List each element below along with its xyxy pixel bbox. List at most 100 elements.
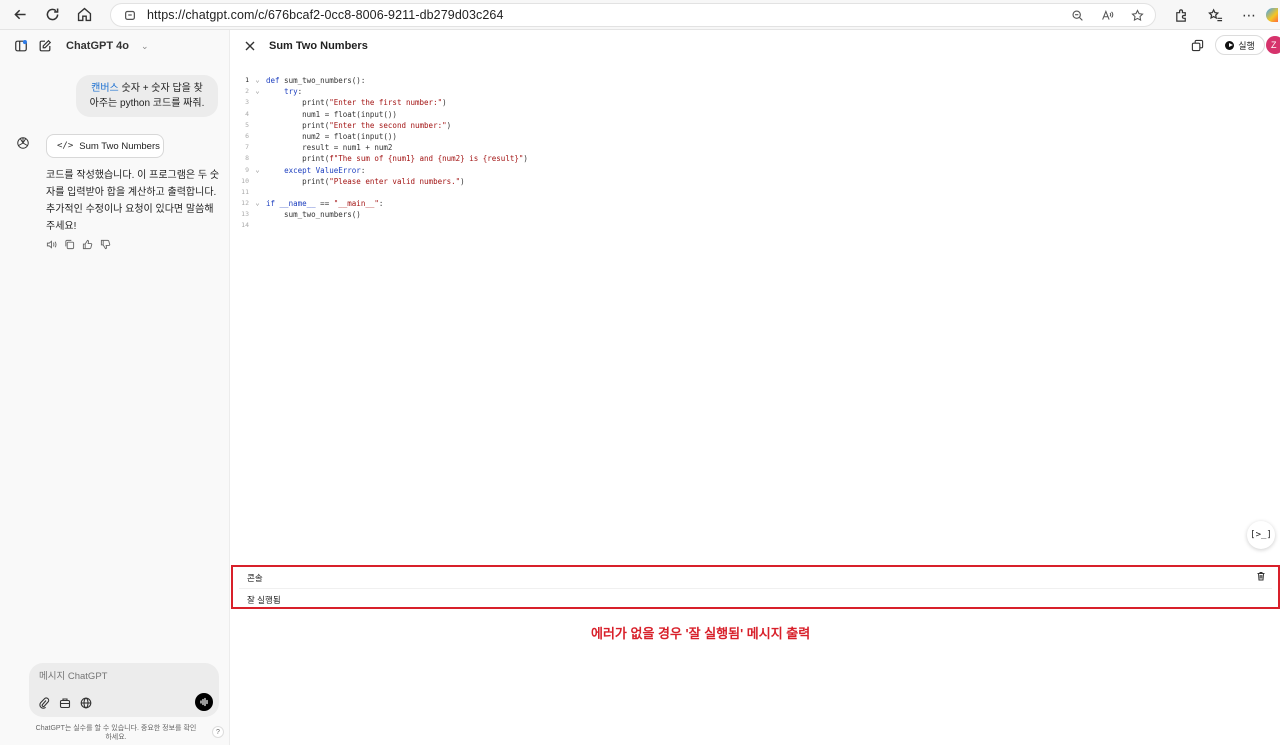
help-button[interactable]: ?	[212, 726, 224, 738]
fold-gutter	[249, 109, 266, 120]
line-number: 9	[245, 165, 249, 174]
line-number: 1	[245, 76, 249, 84]
home-icon	[77, 7, 91, 22]
thumbs-down-button[interactable]	[100, 239, 111, 250]
close-canvas-icon[interactable]	[244, 40, 256, 52]
code-text: print("Enter the second number:")	[266, 120, 452, 130]
line-number: 10	[241, 176, 249, 185]
fold-gutter	[249, 131, 266, 142]
canvas-document-chip[interactable]: </> Sum Two Numbers	[46, 134, 164, 158]
copy-icon	[65, 239, 75, 250]
line-number: 11	[241, 187, 249, 196]
run-code-button[interactable]: 실행	[1215, 35, 1265, 55]
line-number: 12	[241, 199, 249, 208]
copy-button[interactable]	[64, 239, 75, 250]
code-line[interactable]: 5 print("Enter the second number:")	[231, 120, 1231, 131]
sidebar-toggle-icon[interactable]	[14, 39, 28, 53]
fold-gutter	[249, 220, 266, 231]
browser-toolbar: https://chatgpt.com/c/676bcaf2-0cc8-8006…	[0, 0, 1280, 30]
fold-gutter	[249, 120, 266, 131]
fold-gutter	[249, 209, 266, 220]
canvas-header: Sum Two Numbers	[231, 30, 1280, 62]
code-line[interactable]: 2 ⌄ try:	[231, 86, 1231, 97]
code-text: result = num1 + num2	[266, 143, 393, 153]
line-number: 14	[241, 221, 249, 230]
read-aloud-icon[interactable]	[1099, 7, 1115, 23]
globe-icon	[80, 697, 92, 709]
console-title: 콘솔	[247, 573, 263, 583]
code-editor[interactable]: 1 ⌄ def sum_two_numbers(): 2 ⌄ try: 3 print("…	[231, 75, 1231, 232]
run-label: 실행	[1238, 40, 1255, 51]
trash-icon[interactable]	[1256, 571, 1266, 581]
more-dots-icon: ⋯	[1242, 6, 1256, 23]
chatgpt-logo-icon	[17, 137, 29, 149]
disclaimer-text: ChatGPT는 실수를 할 수 있습니다. 중요한 정보를 확인하세요.	[35, 725, 197, 741]
site-info-icon[interactable]	[123, 8, 137, 22]
read-aloud-button[interactable]	[46, 239, 57, 250]
code-tools-button[interactable]: [>_]	[1247, 521, 1275, 549]
code-line[interactable]: 8 print(f"The sum of {num1} and {num2} i…	[231, 153, 1231, 164]
thumbs-up-button[interactable]	[82, 239, 93, 250]
code-line[interactable]: 13 sum_two_numbers()	[231, 209, 1231, 220]
paperclip-icon	[39, 697, 50, 709]
play-icon	[1225, 40, 1235, 50]
user-avatar[interactable]: Z	[1266, 36, 1280, 54]
refresh-button[interactable]	[36, 0, 68, 30]
favorite-star-icon[interactable]	[1129, 7, 1145, 23]
line-number: 4	[245, 109, 249, 118]
code-line[interactable]: 1 ⌄ def sum_two_numbers():	[231, 75, 1231, 86]
code-line[interactable]: 4 num1 = float(input())	[231, 109, 1231, 120]
url-text: https://chatgpt.com/c/676bcaf2-0cc8-8006…	[147, 8, 504, 22]
thumbs-up-icon	[82, 239, 93, 250]
code-line[interactable]: 14	[231, 220, 1231, 231]
code-line[interactable]: 11	[231, 187, 1231, 198]
copilot-icon	[1266, 8, 1278, 22]
line-number: 2	[245, 87, 249, 96]
more-menu-button[interactable]: ⋯	[1232, 0, 1266, 30]
code-line[interactable]: 6 num2 = float(input())	[231, 131, 1231, 142]
tools-button[interactable]	[59, 697, 71, 709]
fold-chevron-icon[interactable]: ⌄	[249, 75, 266, 86]
fold-chevron-icon[interactable]: ⌄	[249, 198, 266, 209]
voice-mode-button[interactable]	[195, 693, 213, 711]
message-input[interactable]	[39, 671, 209, 682]
search-web-button[interactable]	[80, 697, 92, 709]
console-divider	[239, 588, 1272, 589]
code-icon: </>	[57, 141, 74, 151]
puzzle-icon	[1175, 8, 1186, 22]
annotation-caption: 에러가 없을 경우 '잘 실행됨' 메시지 출력	[591, 626, 811, 641]
copy-code-icon[interactable]	[1191, 39, 1204, 52]
fold-gutter	[249, 187, 266, 198]
console-output: 잘 실행됨	[247, 595, 281, 605]
fold-gutter	[249, 97, 266, 108]
extensions-button[interactable]	[1164, 0, 1198, 30]
waveform-icon	[200, 697, 208, 707]
fold-gutter	[249, 142, 266, 153]
code-text: num1 = float(input())	[266, 109, 397, 119]
back-button[interactable]	[4, 0, 36, 30]
favorites-button[interactable]	[1198, 0, 1232, 30]
chat-header: ChatGPT 4o ⌄	[0, 30, 229, 62]
attach-button[interactable]	[38, 697, 50, 709]
fold-chevron-icon[interactable]: ⌄	[249, 165, 266, 176]
home-button[interactable]	[68, 0, 100, 30]
copilot-button[interactable]	[1266, 0, 1280, 30]
chevron-down-icon[interactable]: ⌄	[141, 41, 149, 52]
code-text: if __name__ == "__main__":	[266, 199, 384, 209]
code-text: try:	[284, 87, 303, 97]
new-chat-icon[interactable]	[38, 39, 52, 53]
code-text: except ValueError:	[284, 165, 366, 175]
code-line[interactable]: 9 ⌄ except ValueError:	[231, 165, 1231, 176]
code-line[interactable]: 3 print("Enter the first number:")	[231, 97, 1231, 108]
model-selector[interactable]: ChatGPT 4o	[66, 40, 129, 52]
code-text: print("Enter the first number:")	[266, 98, 447, 108]
zoom-icon[interactable]	[1069, 7, 1085, 23]
code-line[interactable]: 7 result = num1 + num2	[231, 142, 1231, 153]
address-bar[interactable]: https://chatgpt.com/c/676bcaf2-0cc8-8006…	[110, 3, 1156, 27]
chat-panel: ChatGPT 4o ⌄ 캔버스 숫자 + 숫자 답을 찾아주는 python …	[0, 30, 230, 745]
fold-chevron-icon[interactable]: ⌄	[249, 86, 266, 97]
favorites-list-icon	[1207, 7, 1222, 21]
code-line[interactable]: 12 ⌄ if __name__ == "__main__":	[231, 198, 1231, 209]
thumbs-down-icon	[100, 239, 111, 250]
code-line[interactable]: 10 print("Please enter valid numbers.")	[231, 176, 1231, 187]
